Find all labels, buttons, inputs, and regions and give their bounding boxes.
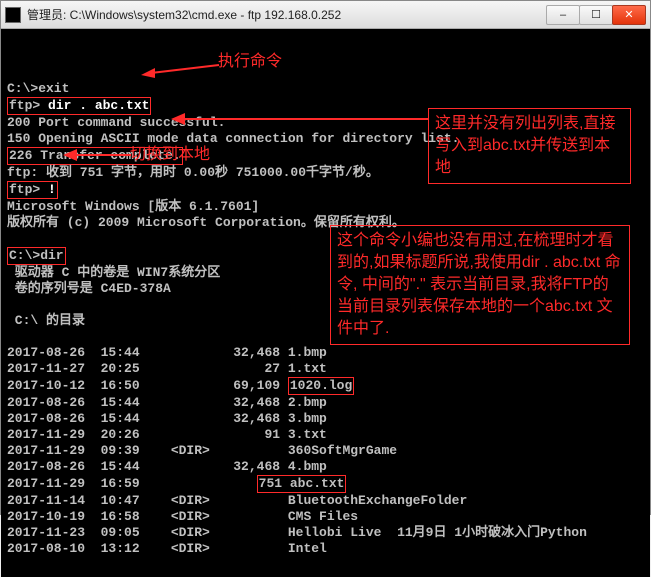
term-line: 200 Port command successful. [7, 115, 225, 130]
window-buttons: – ☐ ✕ [547, 5, 646, 25]
dir-row: 1020.log [290, 378, 352, 393]
term-line: C:\>exit [7, 81, 69, 96]
dir-row: 2017-10-19 16:58 <DIR> CMS Files [7, 509, 358, 524]
dir-row: 2017-08-10 13:12 <DIR> Intel [7, 541, 327, 556]
dir-row: 2017-08-26 15:44 32,468 3.bmp [7, 411, 327, 426]
cmd-text: dir . abc.txt [48, 98, 149, 113]
dir-row: 2017-11-29 16:59 [7, 476, 257, 491]
dir-row: 2017-11-23 09:05 <DIR> Hellobi Live 11月9… [7, 525, 587, 540]
dir-row: 2017-08-26 15:44 32,468 4.bmp [7, 459, 327, 474]
dir-row: 2017-11-14 10:47 <DIR> BluetoothExchange… [7, 493, 467, 508]
dir-row: 2017-11-29 20:26 91 3.txt [7, 427, 327, 442]
term-line: C:\ 的目录 [7, 313, 85, 328]
dir-row: 2017-08-26 15:44 32,468 1.bmp [7, 345, 327, 360]
titlebar[interactable]: 管理员: C:\Windows\system32\cmd.exe - ftp 1… [1, 1, 650, 29]
dir-row: 751 abc.txt [259, 476, 345, 491]
highlight-ftp-local: ftp> ! [7, 181, 58, 199]
close-icon: ✕ [624, 8, 633, 21]
close-button[interactable]: ✕ [612, 5, 646, 25]
highlight-log: 1020.log [288, 377, 354, 395]
maximize-button[interactable]: ☐ [579, 5, 613, 25]
dir-row: 2017-10-12 16:50 69,109 [7, 378, 288, 393]
term-line: Microsoft Windows [版本 6.1.7601] [7, 199, 259, 214]
titlebar-left: 管理员: C:\Windows\system32\cmd.exe - ftp 1… [5, 6, 341, 23]
highlight-ftp-dir: ftp> dir . abc.txt [7, 97, 151, 115]
cmd-text: ! [48, 182, 56, 197]
highlight-dir: C:\>dir [7, 247, 66, 265]
minimize-icon: – [560, 9, 566, 21]
highlight-abc: 751 abc.txt [257, 475, 347, 493]
term-line: 150 Opening ASCII mode data connection f… [7, 131, 459, 146]
term-line: 226 Transfer complete. [9, 148, 181, 163]
term-line: 版权所有 (c) 2009 Microsoft Corporation。保留所有… [7, 215, 405, 230]
term-line: ftp> [9, 98, 48, 113]
cmd-window: 管理员: C:\Windows\system32\cmd.exe - ftp 1… [0, 0, 651, 515]
dir-row: 2017-08-26 15:44 32,468 2.bmp [7, 395, 327, 410]
highlight-transfer: 226 Transfer complete. [7, 147, 183, 165]
term-line: 卷的序列号是 C4ED-378A [7, 281, 171, 296]
cmd-icon [5, 7, 21, 23]
minimize-button[interactable]: – [546, 5, 580, 25]
term-line: ftp: 收到 751 字节，用时 0.00秒 751000.00千字节/秒。 [7, 165, 379, 180]
window-title: 管理员: C:\Windows\system32\cmd.exe - ftp 1… [27, 6, 341, 23]
term-line: 驱动器 C 中的卷是 WIN7系统分区 [7, 265, 220, 280]
dir-row: 2017-11-27 20:25 27 1.txt [7, 361, 327, 376]
dir-row: 2017-11-29 09:39 <DIR> 360SoftMgrGame [7, 443, 397, 458]
term-line: C:\>dir [9, 248, 64, 263]
terminal-output[interactable]: C:\>exit ftp> dir . abc.txt 200 Port com… [1, 29, 650, 577]
maximize-icon: ☐ [591, 8, 601, 21]
term-line: ftp> [9, 182, 48, 197]
